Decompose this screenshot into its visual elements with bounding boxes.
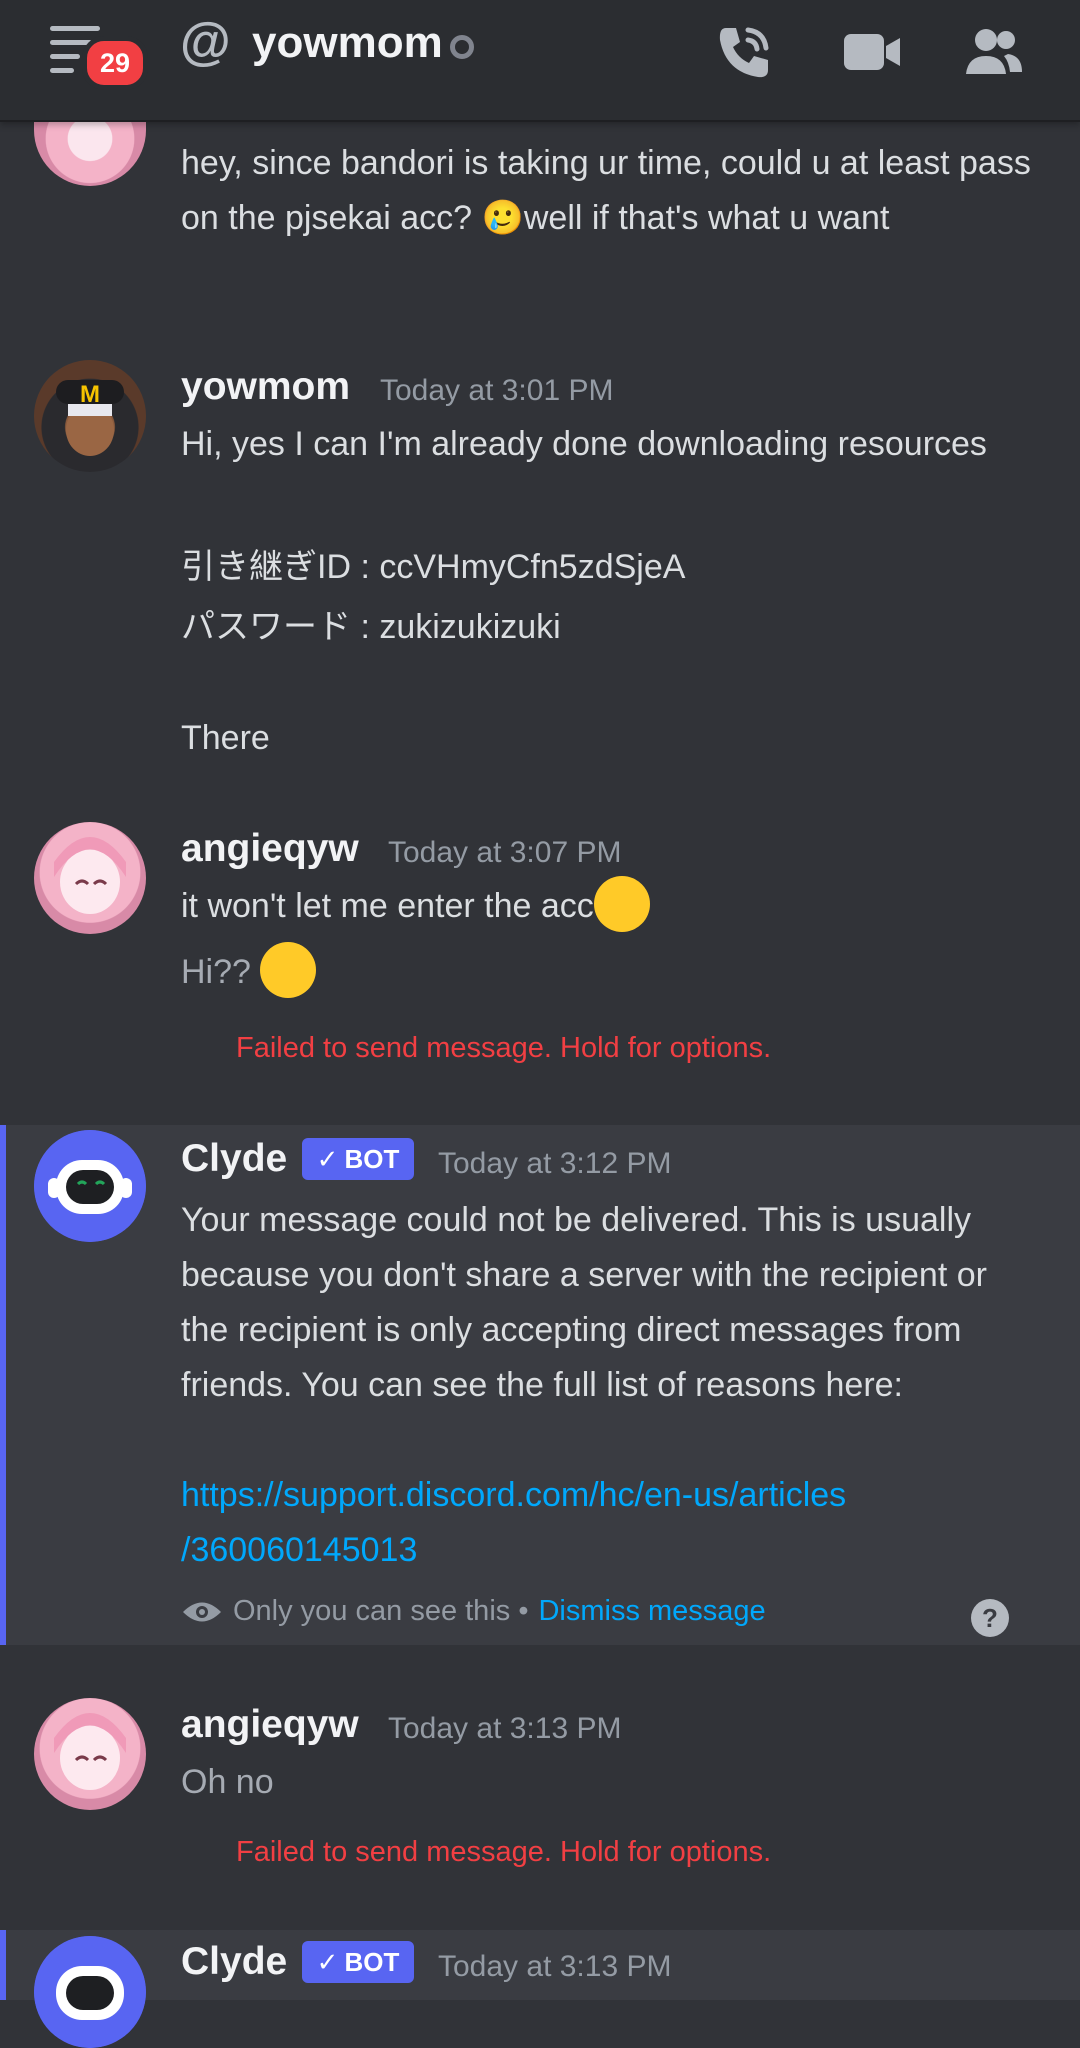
username[interactable]: angieqyw: [181, 827, 359, 871]
checkmark-icon: ✓: [316, 1143, 339, 1174]
ephemeral-footer: Only you can see this • Dismiss message: [181, 1595, 766, 1628]
support-link[interactable]: https://support.discord.com/hc/en-us/art…: [181, 1468, 1041, 1523]
message-feed[interactable]: hey, since bandori is taking ur time, co…: [0, 0, 1080, 2048]
message-text: There: [181, 719, 270, 757]
username[interactable]: Clyde: [181, 1940, 287, 1984]
username[interactable]: Clyde: [181, 1137, 287, 1181]
dismiss-message-link[interactable]: Dismiss message: [538, 1595, 765, 1628]
bot-badge: ✓ BOT: [302, 1941, 414, 1983]
eye-icon: [183, 1602, 221, 1621]
ephemeral-indicator-bar: [0, 1930, 6, 2000]
bot-badge: ✓ BOT: [302, 1138, 414, 1180]
failed-message-text[interactable]: Oh no: [181, 1755, 1041, 1810]
avatar[interactable]: [34, 1130, 146, 1242]
clyde-bot-icon: [34, 1936, 146, 2048]
timestamp: Today at 3:12 PM: [438, 1147, 672, 1180]
avatar[interactable]: [34, 1936, 146, 2048]
failed-message-text[interactable]: Hi??: [181, 942, 1041, 1002]
clyde-bot-icon: [34, 1130, 146, 1242]
clyde-ephemeral-message[interactable]: Clyde ✓ BOT Today at 3:13 PM: [0, 1930, 1080, 2048]
username[interactable]: yowmom: [181, 365, 350, 409]
message-text: パスワード : zukizukizuki: [181, 608, 561, 646]
username[interactable]: angieqyw: [181, 1703, 359, 1747]
message-text: it won't let me enter the acc: [181, 876, 1041, 936]
support-link[interactable]: /360060145013: [181, 1523, 1041, 1578]
failed-to-send-notice[interactable]: Failed to send message. Hold for options…: [236, 1032, 771, 1065]
failed-to-send-notice[interactable]: Failed to send message. Hold for options…: [236, 1836, 771, 1869]
message-text: hey, since bandori is taking ur time, co…: [181, 144, 1031, 237]
dm-title[interactable]: yowmom: [252, 18, 443, 68]
only-you-label: Only you can see this •: [233, 1595, 529, 1627]
loudly-crying-face-icon: [260, 942, 317, 999]
timestamp: Today at 3:13 PM: [388, 1712, 622, 1745]
timestamp: Today at 3:07 PM: [388, 836, 622, 869]
checkmark-icon: ✓: [316, 1946, 339, 1977]
avatar-image: [54, 1713, 126, 1790]
svg-text:M: M: [80, 381, 100, 408]
avatar[interactable]: [34, 822, 146, 934]
ephemeral-indicator-bar: [0, 1125, 6, 1645]
avatar-image: M: [56, 380, 124, 456]
message-text: Hi, yes I can I'm already done downloadi…: [181, 425, 987, 463]
avatar-image: [54, 837, 126, 914]
video-call-icon[interactable]: [840, 20, 904, 84]
message-text: Your message could not be delivered. Thi…: [181, 1201, 987, 1404]
voice-call-icon[interactable]: [712, 20, 776, 84]
help-icon[interactable]: ?: [971, 1599, 1009, 1637]
avatar[interactable]: M: [34, 360, 146, 472]
timestamp: Today at 3:13 PM: [438, 1950, 672, 1983]
offline-status-icon: [450, 35, 474, 59]
members-icon[interactable]: [962, 20, 1026, 84]
message-text: 引き継ぎID : ccVHmyCfn5zdSjeA: [181, 548, 686, 586]
at-icon: @: [180, 13, 231, 71]
clyde-ephemeral-message[interactable]: Clyde ✓ BOT Today at 3:12 PM Your message…: [0, 1125, 1080, 1645]
dm-header: 29 @ yowmom: [0, 0, 1080, 122]
avatar[interactable]: [34, 1698, 146, 1810]
unread-badge: 29: [82, 36, 148, 90]
loudly-crying-face-icon: [593, 876, 650, 933]
timestamp: Today at 3:01 PM: [380, 374, 614, 407]
